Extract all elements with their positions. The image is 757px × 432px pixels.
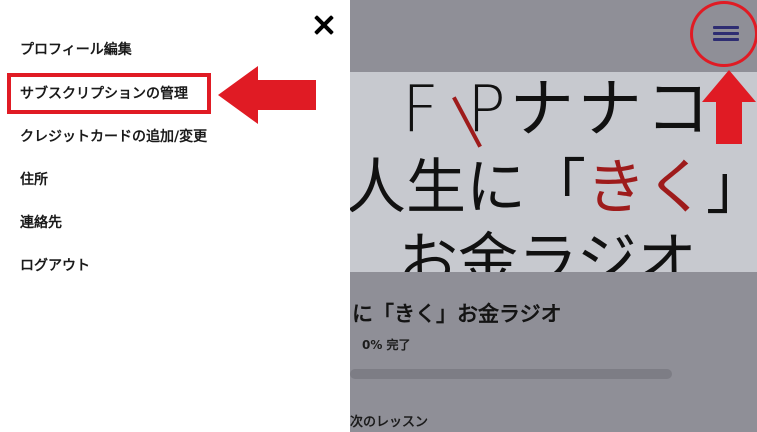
course-title: に「きく」お金ラジオ <box>352 302 562 326</box>
menu-item-contact[interactable]: 連絡先 <box>20 214 62 232</box>
menu-item-logout[interactable]: ログアウト <box>20 257 90 275</box>
course-hero-image: F Pナナコ 人生に「きく」 お金ラジオ <box>350 72 757 272</box>
menu-item-credit-card[interactable]: クレジットカードの追加/変更 <box>20 128 207 146</box>
progress-text: 0% 完了 <box>362 338 411 352</box>
progress-bar <box>350 369 672 379</box>
hero-text-line-2: 人生に「きく」 <box>350 153 757 223</box>
next-lesson-label: 次のレッスン <box>350 415 429 430</box>
menu-item-address[interactable]: 住所 <box>20 171 48 189</box>
menu-item-edit-profile[interactable]: プロフィール編集 <box>20 41 132 59</box>
annotation-arrow-left-icon <box>218 66 316 124</box>
annotation-circle <box>690 1 757 67</box>
hero-text-line-1: F Pナナコ <box>402 73 714 147</box>
annotation-highlight-box <box>7 73 211 114</box>
annotation-arrow-up-icon <box>702 70 756 144</box>
close-icon[interactable] <box>311 12 337 38</box>
hero-text-line-3: お金ラジオ <box>398 227 697 272</box>
